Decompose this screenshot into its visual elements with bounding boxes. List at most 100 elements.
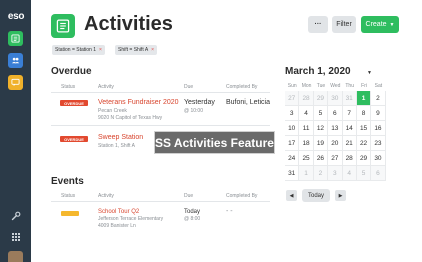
divider xyxy=(51,201,270,202)
close-icon[interactable]: × xyxy=(99,47,102,53)
calendar-day[interactable]: 15 xyxy=(356,121,372,136)
column-header-activity: Activity xyxy=(98,193,114,199)
more-options-button[interactable]: ··· xyxy=(308,16,328,33)
weekday-header-row: Sun Mon Tue Wed Thu Fri Sat xyxy=(285,80,400,91)
calendar-day[interactable]: 20 xyxy=(328,136,343,151)
sidebar-item-people[interactable] xyxy=(8,53,23,68)
filter-chip-station: Station = Station 1 × xyxy=(52,45,105,55)
calendar-day[interactable]: 5 xyxy=(313,106,329,121)
wrench-icon xyxy=(11,211,20,220)
calendar-day[interactable]: 21 xyxy=(342,136,357,151)
close-icon[interactable]: × xyxy=(151,47,154,53)
due-time: @ 8:00 xyxy=(184,216,201,222)
status-badge-overdue: OVERDUE xyxy=(60,136,88,142)
page-title: Activities xyxy=(84,13,173,35)
calendar-day[interactable]: 26 xyxy=(313,151,329,166)
today-button[interactable]: Today xyxy=(302,189,330,202)
calendar-day[interactable]: 6 xyxy=(371,166,386,181)
calendar-day[interactable]: 29 xyxy=(356,151,372,166)
calendar-day[interactable]: 22 xyxy=(356,136,372,151)
calendar-week-row: 24 25 26 27 28 29 30 xyxy=(285,151,400,166)
events-section-title: Events xyxy=(51,176,84,187)
calendar-day[interactable]: 27 xyxy=(285,91,300,106)
weekday-label: Fri xyxy=(361,82,367,89)
calendar-day[interactable]: 31 xyxy=(285,166,300,181)
checklist-icon xyxy=(11,34,20,43)
column-header-completed-by: Completed By xyxy=(226,193,258,199)
activity-location: Jefferson Terrace Elementary xyxy=(98,216,164,222)
due-date: Yesterday xyxy=(184,99,215,106)
calendar-day[interactable]: 10 xyxy=(285,121,300,136)
calendar-day[interactable]: 7 xyxy=(342,106,357,121)
calendar-day[interactable]: 9 xyxy=(371,106,386,121)
divider xyxy=(51,125,270,126)
due-date: Today xyxy=(184,209,201,215)
calendar-day[interactable]: 5 xyxy=(356,166,372,181)
calendar-day[interactable]: 18 xyxy=(299,136,314,151)
filter-button[interactable]: Filter xyxy=(332,16,356,33)
calendar-day[interactable]: 1 xyxy=(299,166,314,181)
calendar-day[interactable]: 28 xyxy=(342,151,357,166)
calendar-day[interactable]: 4 xyxy=(299,106,314,121)
filter-chip-label: Shift = Shift A xyxy=(118,47,149,53)
column-header-status: Status xyxy=(61,193,76,199)
activity-location: Station 1, Shift A xyxy=(98,143,135,149)
calendar-day[interactable]: 23 xyxy=(371,136,386,151)
calendar-day[interactable]: 28 xyxy=(299,91,314,106)
calendar-day[interactable]: 3 xyxy=(285,106,300,121)
calendar-week-row: 10 11 12 13 14 15 16 xyxy=(285,121,400,136)
filter-chip-label: Station = Station 1 xyxy=(55,47,97,53)
sidebar-item-messages[interactable] xyxy=(8,75,23,90)
calendar-day[interactable]: 17 xyxy=(285,136,300,151)
completed-by: - - xyxy=(226,208,233,215)
create-button[interactable]: Create ▼ xyxy=(361,16,399,33)
calendar-day[interactable]: 29 xyxy=(313,91,329,106)
weekday-label: Tue xyxy=(316,82,326,89)
calendar-day[interactable]: 24 xyxy=(285,151,300,166)
calendar-week-row: 27 28 29 30 31 1 2 xyxy=(285,91,400,106)
calendar-day[interactable]: 12 xyxy=(313,121,329,136)
feature-overlay-label: SS Activities Feature xyxy=(154,131,275,154)
calendar-day[interactable]: 31 xyxy=(342,91,357,106)
activity-name[interactable]: Veterans Fundraiser 2020 xyxy=(98,99,179,106)
calendar-day[interactable]: 27 xyxy=(328,151,343,166)
avatar[interactable] xyxy=(8,251,23,262)
chevron-down-icon: ▼ xyxy=(389,21,395,28)
calendar-day[interactable]: 3 xyxy=(328,166,343,181)
calendar-day[interactable]: 14 xyxy=(342,121,357,136)
calendar-title[interactable]: March 1, 2020 xyxy=(285,66,351,77)
next-month-button[interactable]: ▶ xyxy=(335,190,346,201)
checklist-icon xyxy=(56,19,70,33)
calendar-day[interactable]: 2 xyxy=(371,91,386,106)
activity-name[interactable]: Sweep Station xyxy=(98,134,143,141)
column-header-status: Status xyxy=(61,84,76,90)
sidebar: eso xyxy=(0,0,31,262)
calendar-day[interactable]: 4 xyxy=(342,166,357,181)
chevron-down-icon[interactable]: ▼ xyxy=(367,70,372,76)
sidebar-item-apps[interactable] xyxy=(9,230,22,243)
weekday-label: Sun xyxy=(287,82,297,89)
activity-name[interactable]: School Tour Q2 xyxy=(98,209,139,215)
calendar-day[interactable]: 1 xyxy=(356,91,372,106)
calendar-day[interactable]: 30 xyxy=(371,151,386,166)
calendar-day[interactable]: 30 xyxy=(328,91,343,106)
calendar-day[interactable]: 11 xyxy=(299,121,314,136)
column-header-activity: Activity xyxy=(98,84,114,90)
activity-location: Pecan Creek xyxy=(98,108,127,114)
completed-by: Bufoni, Leticia xyxy=(226,99,270,106)
calendar-day[interactable]: 8 xyxy=(356,106,372,121)
calendar-day[interactable]: 2 xyxy=(313,166,329,181)
activity-address: 9020 N Capitol of Texas Hwy xyxy=(98,115,163,121)
prev-month-button[interactable]: ◀ xyxy=(286,190,297,201)
calendar-day[interactable]: 16 xyxy=(371,121,386,136)
calendar-week-row: 17 18 19 20 21 22 23 xyxy=(285,136,400,151)
status-badge-upcoming xyxy=(61,211,79,216)
calendar-day[interactable]: 13 xyxy=(328,121,343,136)
column-header-due: Due xyxy=(184,193,194,199)
calendar-day[interactable]: 6 xyxy=(328,106,343,121)
calendar-day[interactable]: 19 xyxy=(313,136,329,151)
activities-header-icon xyxy=(51,14,75,38)
sidebar-item-activities[interactable] xyxy=(8,31,23,46)
sidebar-item-tools[interactable] xyxy=(9,209,22,222)
calendar-day[interactable]: 25 xyxy=(299,151,314,166)
